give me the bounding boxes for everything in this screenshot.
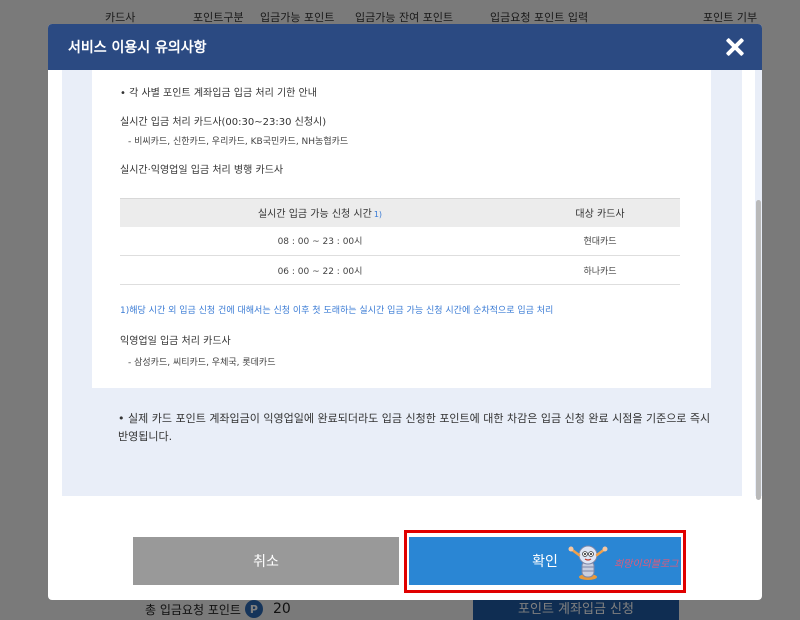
row-card: 현대카드 (520, 226, 680, 256)
parallel-title: 실시간·익영업일 입금 처리 병행 카드사 (120, 165, 284, 176)
table-header-row: 실시간 입금 가능 신청 시간 1) 대상 카드사 (120, 198, 680, 227)
nextday-title: 익영업일 입금 처리 카드사 (120, 336, 231, 347)
blog-watermark: 희망이의블로그 (614, 559, 679, 570)
cancel-button[interactable]: 취소 (133, 537, 399, 585)
row-time: 06 : 00 ~ 22 : 00시 (120, 255, 520, 285)
header-time: 실시간 입금 가능 신청 시간 1) (120, 198, 520, 227)
header-card: 대상 카드사 (520, 198, 680, 227)
section-title: • 각 사별 포인트 계좌입금 입금 처리 기한 안내 (120, 88, 317, 99)
realtime-card-list: - 비씨카드, 신한카드, 우리카드, KB국민카드, NH농협카드 (128, 137, 349, 147)
row-time: 08 : 00 ~ 23 : 00시 (120, 226, 520, 256)
footnote-marker: 1) (373, 210, 383, 220)
realtime-title: 실시간 입금 처리 카드사(00:30~23:30 신청시) (120, 117, 327, 128)
close-icon[interactable] (726, 38, 744, 56)
notice-modal: 서비스 이용시 유의사항 • 각 사별 포인트 계좌입금 입금 처리 기한 안내… (48, 24, 762, 600)
footnote: 1)해당 시간 외 입금 신청 건에 대해서는 신청 이후 첫 도래하는 실시간… (120, 306, 554, 316)
schedule-table: 실시간 입금 가능 신청 시간 1) 대상 카드사 08 : 00 ~ 23 : … (120, 198, 680, 285)
row-card: 하나카드 (520, 255, 680, 285)
modal-title: 서비스 이용시 유의사항 (68, 40, 207, 56)
deduction-notice: • 실제 카드 포인트 계좌입금이 익영업일에 완료되더라도 입금 신청한 포인… (118, 412, 711, 443)
modal-header: 서비스 이용시 유의사항 (48, 24, 762, 70)
mascot-icon (568, 545, 608, 580)
deadline-info-box: • 각 사별 포인트 계좌입금 입금 처리 기한 안내 실시간 입금 처리 카드… (92, 70, 711, 388)
nextday-card-list: - 삼성카드, 씨티카드, 우체국, 롯데카드 (128, 358, 276, 368)
modal-body: • 각 사별 포인트 계좌입금 입금 처리 기한 안내 실시간 입금 처리 카드… (62, 70, 742, 496)
table-row: 06 : 00 ~ 22 : 00시 하나카드 (120, 255, 680, 285)
scroll-thumb[interactable] (756, 200, 761, 500)
modal-scrollbar[interactable] (755, 70, 762, 500)
table-row: 08 : 00 ~ 23 : 00시 현대카드 (120, 226, 680, 256)
